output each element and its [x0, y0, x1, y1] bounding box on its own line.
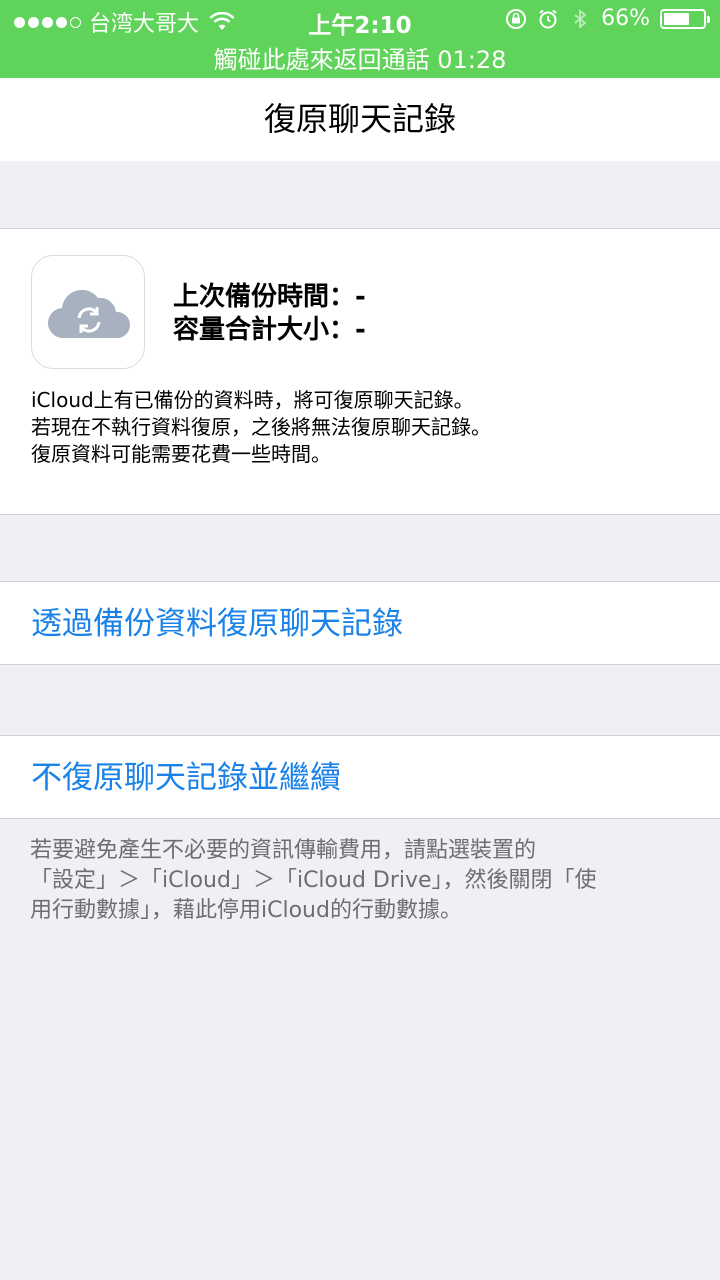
bluetooth-icon — [574, 8, 587, 29]
battery-icon — [660, 8, 710, 29]
status-right: 66% — [505, 6, 710, 31]
alarm-icon — [539, 9, 557, 28]
restore-from-backup-button[interactable]: 透過備份資料復原聊天記錄 — [0, 581, 720, 665]
footnote: 若要避免產生不必要的資訊傳輸費用，請點選裝置的 「設定」＞「iCloud」＞「i… — [30, 836, 700, 926]
cloud-icon — [47, 289, 131, 339]
total-size: 容量合計大小：- — [173, 315, 366, 345]
battery-percent: 66% — [601, 6, 650, 31]
footnote-line: 若要避免產生不必要的資訊傳輸費用，請點選裝置的 — [30, 838, 537, 863]
status-bar: 台湾大哥大 上午2:10 66% 觸碰此處來返回通話 01:28 — [0, 0, 720, 78]
backup-info-card: 上次備份時間：- 容量合計大小：- iCloud上有已備份的資料時，將可復原聊天… — [0, 228, 720, 515]
footnote-line: 「設定」＞「iCloud」＞「iCloud Drive」，然後關閉「使 — [30, 868, 597, 893]
last-backup-time: 上次備份時間：- — [173, 282, 366, 312]
backup-details: 上次備份時間：- 容量合計大小：- — [173, 281, 366, 347]
footnote-line: 用行動數據」，藉此停用iCloud的行動數據。 — [30, 898, 462, 923]
return-to-call-banner[interactable]: 觸碰此處來返回通話 01:28 — [0, 40, 720, 75]
description-line: 復原資料可能需要花費一些時間。 — [31, 442, 331, 466]
icloud-sync-icon — [31, 255, 145, 369]
skip-restore-continue-button[interactable]: 不復原聊天記錄並繼續 — [0, 735, 720, 819]
page-title: 復原聊天記錄 — [0, 78, 720, 161]
description-line: 若現在不執行資料復原，之後將無法復原聊天記錄。 — [31, 415, 491, 439]
backup-description: iCloud上有已備份的資料時，將可復原聊天記錄。 若現在不執行資料復原，之後將… — [31, 387, 691, 468]
rotation-lock-icon — [506, 8, 527, 29]
description-line: iCloud上有已備份的資料時，將可復原聊天記錄。 — [31, 388, 474, 412]
battery-fill — [664, 12, 690, 25]
